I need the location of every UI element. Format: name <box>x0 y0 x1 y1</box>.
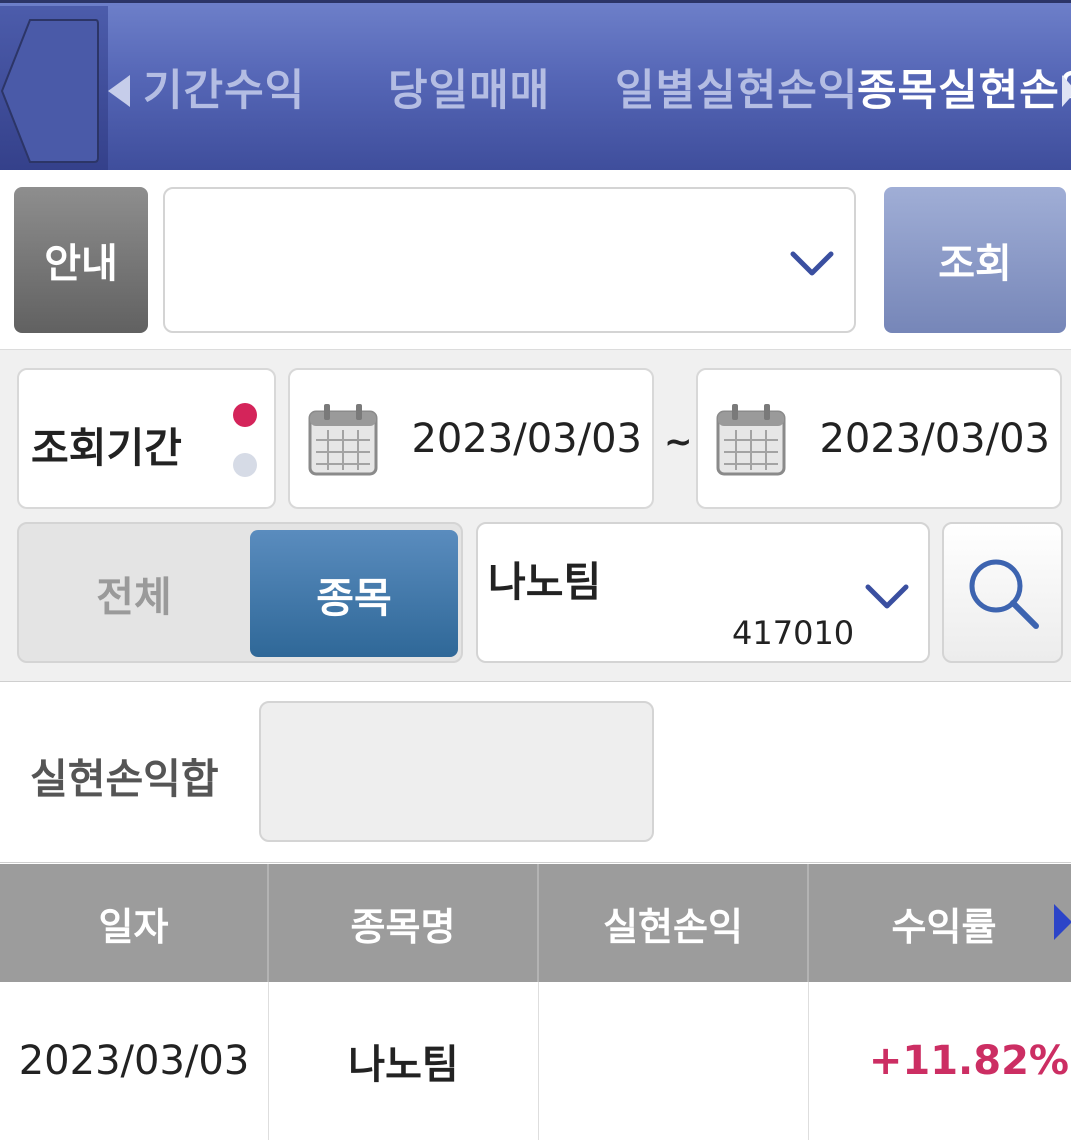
period-label: 조회기간 <box>31 424 182 472</box>
realized-pnl-sum-value <box>259 701 654 842</box>
cell-stock-name: 나노팀 <box>269 982 539 1140</box>
date-from-value: 2023/03/03 <box>411 416 642 462</box>
back-button[interactable] <box>0 6 108 173</box>
stock-code: 417010 <box>732 614 855 652</box>
search-icon <box>969 559 1039 629</box>
chevron-down-icon <box>790 251 834 276</box>
tab-scroll-left-icon[interactable] <box>108 75 130 107</box>
segment-stock[interactable]: 종목 <box>250 530 458 657</box>
date-to-value: 2023/03/03 <box>819 416 1050 462</box>
info-button[interactable]: 안내 <box>14 187 148 333</box>
scope-segmented-control: 전체 종목 <box>17 522 463 663</box>
column-header-date[interactable]: 일자 <box>0 864 269 982</box>
calendar-icon <box>308 404 378 476</box>
stock-select[interactable]: 나노팀 417010 <box>476 522 930 663</box>
tab-daily-trades[interactable]: 당일매매 <box>388 61 550 121</box>
table-row[interactable]: 2023/03/03 나노팀 +11.82% <box>0 982 1071 1140</box>
column-header-return-rate[interactable]: 수익률 <box>809 864 1071 982</box>
tab-period-profit[interactable]: 기간수익 <box>143 61 305 121</box>
page-indicator-active <box>233 403 257 427</box>
segment-all[interactable]: 전체 <box>19 524 249 661</box>
scroll-columns-right-icon[interactable] <box>1054 904 1071 940</box>
date-to-field[interactable]: 2023/03/03 <box>696 368 1062 509</box>
column-header-stock-name[interactable]: 종목명 <box>269 864 539 982</box>
date-from-field[interactable]: 2023/03/03 <box>288 368 654 509</box>
cell-realized-pnl <box>539 982 809 1140</box>
back-arrow-icon <box>0 19 99 163</box>
column-header-realized-pnl[interactable]: 실현손익 <box>539 864 809 982</box>
table-header: 일자 종목명 실현손익 수익률 <box>0 864 1071 982</box>
stock-name: 나노팀 <box>488 558 602 606</box>
realized-pnl-summary: 실현손익합 <box>0 683 1071 863</box>
tab-bar: 기간수익 당일매매 일별실현손익 종목실현손익 <box>0 0 1071 173</box>
period-selector[interactable]: 조회기간 <box>17 368 276 509</box>
realized-pnl-sum-label: 실현손익합 <box>30 755 219 803</box>
chevron-down-icon <box>865 584 909 609</box>
tab-scroll-right-icon[interactable] <box>1062 75 1071 107</box>
query-button[interactable]: 조회 <box>884 187 1066 333</box>
account-select[interactable] <box>163 187 856 333</box>
stock-search-button[interactable] <box>942 522 1063 663</box>
cell-return-rate: +11.82% <box>868 1038 1069 1084</box>
calendar-icon <box>716 404 786 476</box>
filter-panel: 조회기간 2023/03/03 ~ 2023/03/03 전체 종목 나노팀 4… <box>0 350 1071 682</box>
page-indicator-inactive <box>233 453 257 477</box>
account-toolbar: 안내 조회 <box>0 170 1071 350</box>
date-range-separator: ~ <box>664 422 693 462</box>
app-screen: 기간수익 당일매매 일별실현손익 종목실현손익 안내 조회 조회기간 <box>0 0 1071 1140</box>
tab-stock-realized-pnl[interactable]: 종목실현손익 <box>857 61 1071 121</box>
tab-daily-realized-pnl[interactable]: 일별실현손익 <box>615 61 858 121</box>
cell-date: 2023/03/03 <box>0 982 269 1140</box>
